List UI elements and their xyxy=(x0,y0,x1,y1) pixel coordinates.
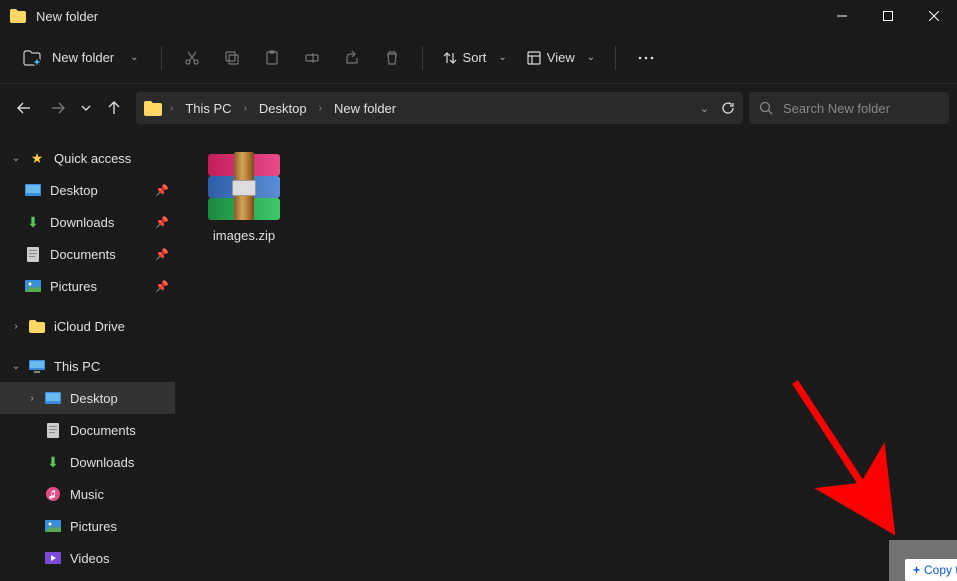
desktop-icon xyxy=(24,184,42,196)
new-folder-button[interactable]: New folder ⌄ xyxy=(12,43,149,73)
file-item-images-zip[interactable]: images.zip xyxy=(189,146,299,249)
close-button[interactable] xyxy=(911,0,957,32)
search-icon xyxy=(759,101,773,115)
recent-locations-button[interactable] xyxy=(76,92,96,124)
documents-icon xyxy=(24,247,42,262)
copy-button[interactable] xyxy=(214,40,250,76)
drag-tooltip: + Copy to New folder xyxy=(905,559,957,581)
sidebar-item-pc-documents[interactable]: › Documents xyxy=(0,414,175,446)
chevron-down-icon: ⌄ xyxy=(130,52,138,63)
maximize-button[interactable] xyxy=(865,0,911,32)
annotation-arrow xyxy=(775,372,915,552)
pictures-icon xyxy=(24,280,42,292)
music-icon xyxy=(44,487,62,501)
more-button[interactable] xyxy=(628,40,664,76)
videos-icon xyxy=(44,552,62,564)
pin-icon: 📌 xyxy=(155,248,175,261)
chevron-right-icon: › xyxy=(24,393,40,404)
back-button[interactable] xyxy=(8,92,40,124)
addressbar[interactable]: › This PC › Desktop › New folder ⌄ xyxy=(136,92,743,124)
forward-button[interactable] xyxy=(42,92,74,124)
separator xyxy=(161,46,162,70)
searchbox[interactable] xyxy=(749,92,949,124)
titlebar: New folder xyxy=(0,0,957,32)
view-button[interactable]: View ⌄ xyxy=(519,44,603,71)
window-title: New folder xyxy=(36,9,98,24)
pin-icon: 📌 xyxy=(155,216,175,229)
breadcrumb-new-folder[interactable]: New folder xyxy=(330,99,400,118)
share-button[interactable] xyxy=(334,40,370,76)
refresh-button[interactable] xyxy=(721,101,735,115)
sort-button[interactable]: Sort ⌄ xyxy=(435,44,515,71)
rename-button[interactable] xyxy=(294,40,330,76)
delete-button[interactable] xyxy=(374,40,410,76)
chevron-down-icon: ⌄ xyxy=(8,361,24,372)
sidebar: ⌄ ★ Quick access Desktop 📌 ⬇ Downloads 📌… xyxy=(0,132,175,581)
downloads-icon: ⬇ xyxy=(24,214,42,231)
sidebar-item-pc-downloads[interactable]: › ⬇ Downloads xyxy=(0,446,175,478)
up-button[interactable] xyxy=(98,92,130,124)
sidebar-item-pc-desktop[interactable]: › Desktop xyxy=(0,382,175,414)
sidebar-item-quick-access[interactable]: ⌄ ★ Quick access xyxy=(0,142,175,174)
breadcrumb-this-pc[interactable]: This PC xyxy=(181,99,235,118)
pin-icon: 📌 xyxy=(155,184,175,197)
sidebar-item-pc-music[interactable]: › Music xyxy=(0,478,175,510)
chevron-down-icon: ⌄ xyxy=(587,52,595,63)
separator xyxy=(422,46,423,70)
title-folder-icon xyxy=(10,9,26,23)
pictures-icon xyxy=(44,520,62,532)
view-icon xyxy=(527,51,541,65)
chevron-down-icon: ⌄ xyxy=(8,153,24,164)
view-label: View xyxy=(547,50,575,65)
sort-label: Sort xyxy=(463,50,487,65)
chevron-down-icon[interactable]: ⌄ xyxy=(700,102,709,115)
minimize-button[interactable] xyxy=(819,0,865,32)
pin-icon: 📌 xyxy=(155,280,175,293)
sidebar-item-pc-videos[interactable]: › Videos xyxy=(0,542,175,574)
desktop-icon xyxy=(44,392,62,404)
navbar: › This PC › Desktop › New folder ⌄ xyxy=(0,84,957,132)
sidebar-item-this-pc[interactable]: ⌄ This PC xyxy=(0,350,175,382)
search-input[interactable] xyxy=(783,101,939,116)
downloads-icon: ⬇ xyxy=(44,454,62,471)
sidebar-item-downloads[interactable]: ⬇ Downloads 📌 xyxy=(0,206,175,238)
sidebar-item-pc-pictures[interactable]: › Pictures xyxy=(0,510,175,542)
content-area[interactable]: images.zip + Copy to New folder xyxy=(175,132,957,581)
sidebar-item-desktop[interactable]: Desktop 📌 xyxy=(0,174,175,206)
folder-icon xyxy=(144,101,162,116)
plus-icon: + xyxy=(913,563,920,577)
sidebar-item-icloud-drive[interactable]: › iCloud Drive xyxy=(0,310,175,342)
pc-icon xyxy=(28,360,46,373)
cut-button[interactable] xyxy=(174,40,210,76)
sidebar-item-documents[interactable]: Documents 📌 xyxy=(0,238,175,270)
sort-icon xyxy=(443,51,457,65)
sidebar-item-pictures[interactable]: Pictures 📌 xyxy=(0,270,175,302)
documents-icon xyxy=(44,423,62,438)
paste-button[interactable] xyxy=(254,40,290,76)
chevron-right-icon: › xyxy=(317,103,324,114)
chevron-right-icon: › xyxy=(168,103,175,114)
new-folder-label: New folder xyxy=(52,50,114,65)
folder-icon xyxy=(28,320,46,333)
file-label: images.zip xyxy=(213,228,275,243)
star-icon: ★ xyxy=(28,150,46,167)
chevron-right-icon: › xyxy=(242,103,249,114)
chevron-right-icon: › xyxy=(8,321,24,332)
new-folder-icon xyxy=(22,49,42,67)
chevron-down-icon: ⌄ xyxy=(498,52,506,63)
breadcrumb-desktop[interactable]: Desktop xyxy=(255,99,311,118)
zip-icon xyxy=(202,152,286,222)
separator xyxy=(615,46,616,70)
toolbar: New folder ⌄ Sort ⌄ View ⌄ xyxy=(0,32,957,84)
